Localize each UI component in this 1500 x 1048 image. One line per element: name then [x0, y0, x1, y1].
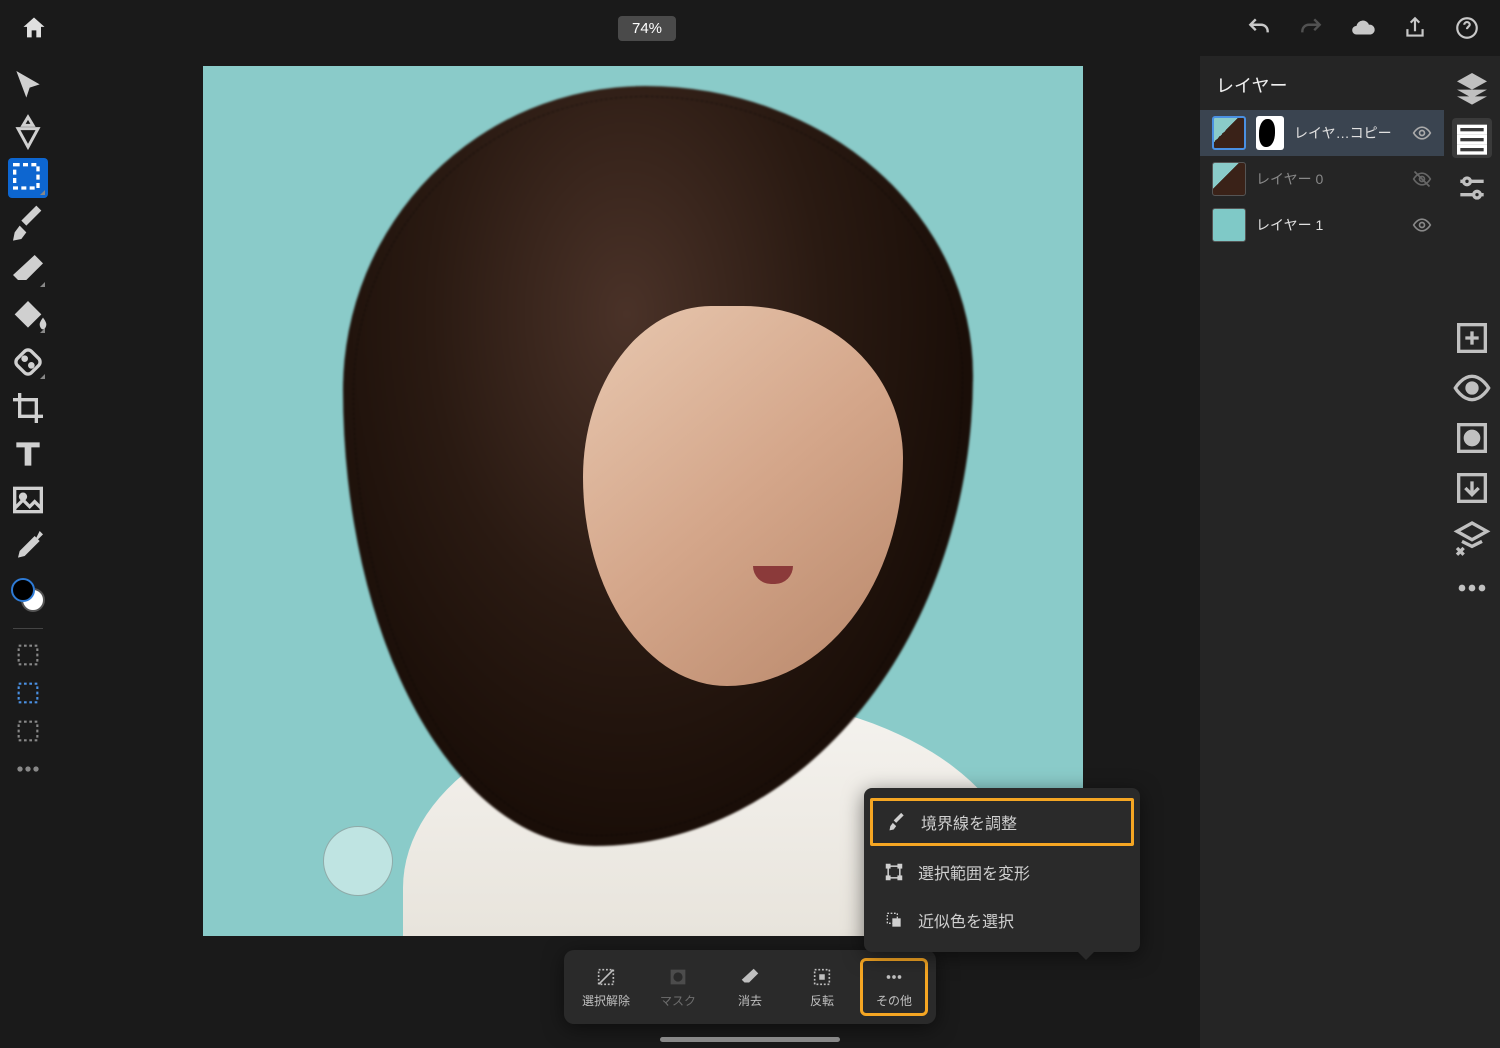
invert-button[interactable]: 反転: [788, 958, 856, 1016]
right-toolbar: [1444, 56, 1500, 1048]
add-layer-icon[interactable]: [1452, 318, 1492, 358]
layer-thumbnail: [1212, 208, 1246, 242]
zoom-indicator[interactable]: 74%: [618, 16, 676, 41]
visibility-toggle[interactable]: [1412, 169, 1432, 189]
visibility-icon[interactable]: [1452, 368, 1492, 408]
home-indicator[interactable]: [660, 1037, 840, 1042]
select-similar-item[interactable]: 近似色を選択: [864, 896, 1140, 944]
button-label: マスク: [660, 992, 696, 1009]
erase-icon: [739, 966, 761, 988]
brush-cursor: [323, 826, 393, 896]
fill-tool[interactable]: [8, 296, 48, 336]
share-button[interactable]: [1402, 15, 1428, 41]
left-toolbar: [0, 56, 56, 1048]
button-label: その他: [876, 992, 912, 1009]
eyedropper-tool[interactable]: [8, 526, 48, 566]
home-button[interactable]: [20, 14, 48, 42]
visibility-toggle[interactable]: [1412, 215, 1432, 235]
deselect-icon: [595, 966, 617, 988]
button-label: 消去: [738, 992, 762, 1009]
more-icon[interactable]: [1452, 568, 1492, 608]
mask-icon: [667, 966, 689, 988]
visibility-toggle[interactable]: [1412, 123, 1432, 143]
layer-row[interactable]: レイヤー 1: [1200, 202, 1444, 248]
layer-name: レイヤー 0: [1256, 169, 1402, 189]
redo-button[interactable]: [1298, 15, 1324, 41]
color-swatches[interactable]: [11, 578, 45, 612]
similar-icon: [884, 910, 904, 930]
transform-icon: [884, 862, 904, 882]
brush-icon: [887, 812, 907, 832]
lasso-tool[interactable]: [8, 677, 48, 709]
erase-button[interactable]: 消去: [716, 958, 784, 1016]
mask-icon[interactable]: [1452, 418, 1492, 458]
cloud-button[interactable]: [1350, 15, 1376, 41]
button-label: 選択解除: [582, 992, 630, 1009]
mask-button[interactable]: マスク: [644, 958, 712, 1016]
layer-mask-thumbnail: [1256, 116, 1284, 150]
crop-tool[interactable]: [8, 388, 48, 428]
layer-properties-icon[interactable]: [1452, 118, 1492, 158]
invert-icon: [811, 966, 833, 988]
transform-tool[interactable]: [8, 112, 48, 152]
place-image-tool[interactable]: [8, 480, 48, 520]
more-icon: [883, 966, 905, 988]
refine-edge-item[interactable]: 境界線を調整: [870, 798, 1134, 846]
layers-icon[interactable]: [1452, 68, 1492, 108]
delete-icon[interactable]: [1452, 518, 1492, 558]
deselect-button[interactable]: 選択解除: [572, 958, 640, 1016]
layer-name: レイヤ…コピー: [1294, 123, 1402, 143]
eraser-tool[interactable]: [8, 250, 48, 290]
layer-name: レイヤー 1: [1256, 215, 1402, 235]
brush-tool[interactable]: [8, 204, 48, 244]
layers-panel-title: レイヤー: [1200, 66, 1444, 110]
help-button[interactable]: [1454, 15, 1480, 41]
move-tool[interactable]: [8, 66, 48, 106]
layer-row[interactable]: レイヤ…コピー: [1200, 110, 1444, 156]
transform-selection-item[interactable]: 選択範囲を変形: [864, 848, 1140, 896]
selection-action-bar: 選択解除 マスク 消去 反転 その他: [564, 950, 936, 1024]
undo-button[interactable]: [1246, 15, 1272, 41]
more-tool[interactable]: [8, 753, 48, 785]
healing-tool[interactable]: [8, 342, 48, 382]
type-tool[interactable]: [8, 434, 48, 474]
layer-thumbnail: [1212, 162, 1246, 196]
export-icon[interactable]: [1452, 468, 1492, 508]
button-label: 反転: [810, 992, 834, 1009]
top-bar: 74%: [0, 0, 1500, 56]
layer-thumbnail: [1212, 116, 1246, 150]
layer-row[interactable]: レイヤー 0: [1200, 156, 1444, 202]
adjustments-icon[interactable]: [1452, 168, 1492, 208]
menu-label: 選択範囲を変形: [918, 860, 1030, 884]
selection-tool[interactable]: [8, 158, 48, 198]
rect-select-tool[interactable]: [8, 639, 48, 671]
layers-panel: レイヤー レイヤ…コピー レイヤー 0 レイヤー 1: [1200, 56, 1444, 1048]
more-options-popup: 境界線を調整 選択範囲を変形 近似色を選択: [864, 788, 1140, 952]
stamp-tool[interactable]: [8, 715, 48, 747]
more-button[interactable]: その他: [860, 958, 928, 1016]
menu-label: 近似色を選択: [918, 908, 1014, 932]
menu-label: 境界線を調整: [921, 810, 1017, 834]
